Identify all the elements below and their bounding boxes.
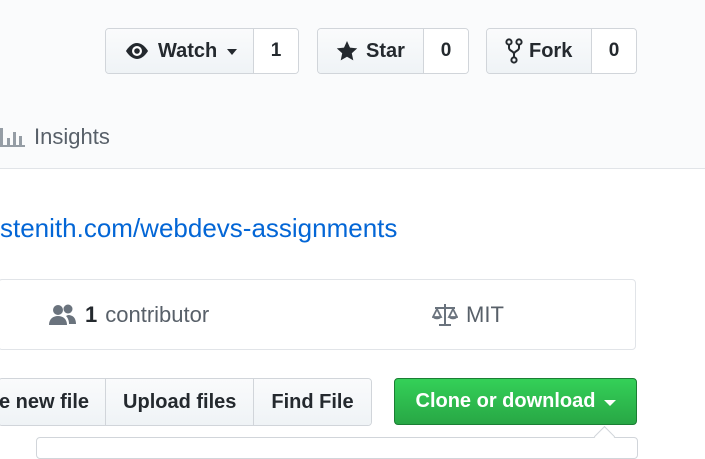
graph-icon [0,126,26,148]
repo-homepage-link[interactable]: stenith.com/webdevs-assignments [0,213,397,244]
star-icon [336,40,358,62]
people-icon [49,304,77,326]
clone-or-download-button[interactable]: Clone or download [394,378,637,425]
law-icon [432,303,458,327]
watch-count[interactable]: 1 [254,29,298,73]
star-button-group: Star 0 [317,28,469,74]
tab-insights[interactable]: Insights [0,118,110,156]
chevron-down-icon [603,399,616,406]
star-button[interactable]: Star [318,29,424,73]
license-label: MIT [466,301,504,327]
contributors-link[interactable]: 1 contributor [49,280,209,349]
tab-insights-label: Insights [34,124,110,149]
fork-button-group: Fork 0 [486,28,637,74]
file-actions: e new file Upload files Find File [0,378,372,426]
create-new-file-button[interactable]: e new file [0,379,107,425]
chevron-down-icon [227,49,238,55]
star-count[interactable]: 0 [424,29,468,73]
fork-icon [505,38,523,64]
fork-count[interactable]: 0 [592,29,636,73]
star-label: Star [366,39,405,62]
fork-label: Fork [529,39,573,62]
contributors-count: 1 [85,301,98,327]
watch-button[interactable]: Watch [106,29,254,73]
license-link[interactable]: MIT [432,280,504,349]
clone-dropdown [36,437,638,459]
eye-icon [124,41,150,61]
contributors-label: contributor [105,301,210,327]
watch-label: Watch [158,39,218,62]
fork-button[interactable]: Fork [487,29,592,73]
clone-label: Clone or download [415,390,596,412]
watch-button-group: Watch 1 [105,28,299,74]
find-file-button[interactable]: Find File [254,379,371,425]
repo-summary: 1 contributor MIT [0,279,636,350]
upload-files-button[interactable]: Upload files [106,379,255,425]
